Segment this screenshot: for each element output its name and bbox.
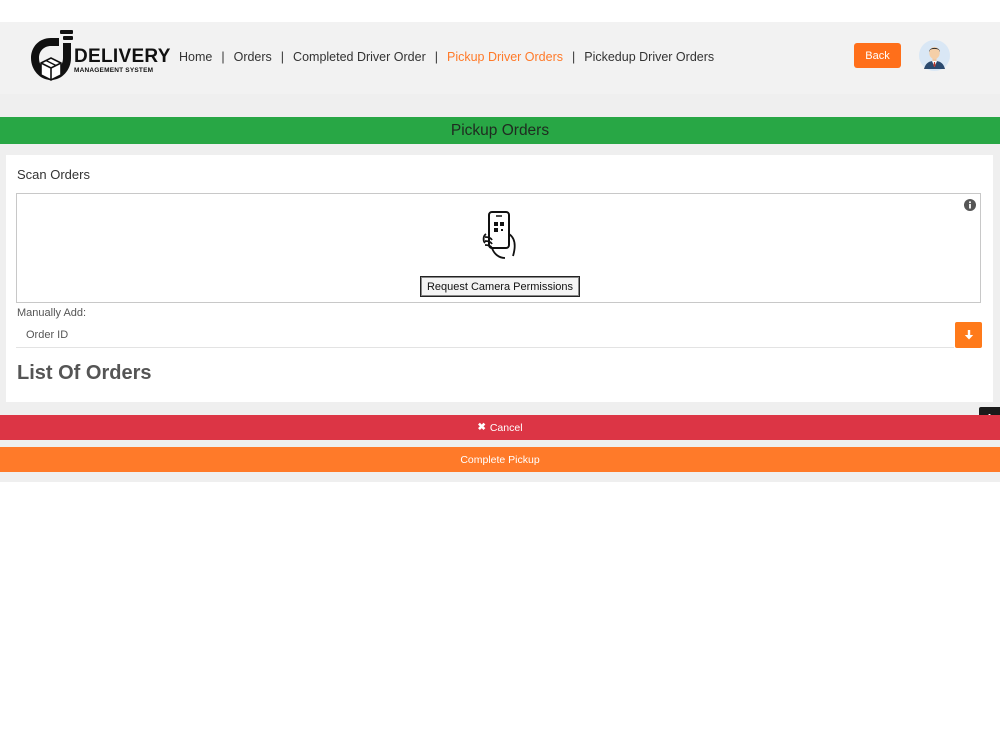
nav-item-home[interactable]: Home xyxy=(179,50,212,64)
user-avatar[interactable] xyxy=(919,40,950,71)
info-circle-icon[interactable] xyxy=(964,198,976,211)
qr-phone-icon xyxy=(482,210,520,260)
nav-separator: | xyxy=(280,50,285,64)
brand-subtitle: MANAGEMENT SYSTEM xyxy=(74,67,154,74)
manual-add-label: Manually Add: xyxy=(17,307,87,319)
brand-name: DELIVERY xyxy=(74,46,171,67)
page-title: Pickup Orders xyxy=(450,121,550,139)
nav-item-orders[interactable]: Orders xyxy=(234,50,272,64)
header: DELIVERY MANAGEMENT SYSTEM Home | Orders… xyxy=(0,22,1000,94)
nav-separator: | xyxy=(221,50,225,64)
add-order-button[interactable] xyxy=(955,322,982,348)
nav-item-pickup-driver-orders[interactable]: Pickup Driver Orders xyxy=(447,50,563,64)
brand-logo[interactable]: DELIVERY MANAGEMENT SYSTEM xyxy=(30,30,170,86)
nav-item-completed-driver-order[interactable]: Completed Driver Order xyxy=(293,50,426,64)
main-nav: Home | Orders | Completed Driver Order |… xyxy=(179,50,714,64)
back-button[interactable]: Back xyxy=(854,43,901,68)
delivery-box-logo-icon xyxy=(31,30,73,81)
list-of-orders-heading: List Of Orders xyxy=(17,362,152,384)
user-avatar-icon xyxy=(919,40,950,71)
arrow-down-icon xyxy=(964,330,973,340)
nav-item-pickedup-driver-orders[interactable]: Pickedup Driver Orders xyxy=(584,50,714,64)
request-camera-permissions-button[interactable]: Request Camera Permissions xyxy=(420,276,580,297)
page-title-bar: Pickup Orders xyxy=(0,117,1000,144)
nav-separator: | xyxy=(434,50,438,64)
complete-pickup-button[interactable]: Complete Pickup xyxy=(0,447,1000,472)
nav-separator: | xyxy=(571,50,576,64)
complete-pickup-label: Complete Pickup xyxy=(460,453,540,466)
order-id-input[interactable] xyxy=(16,322,954,348)
scan-card: Scan Orders Request Camera Permissions M… xyxy=(6,155,993,402)
scan-orders-label: Scan Orders xyxy=(17,167,90,182)
cancel-button[interactable]: ✖ Cancel xyxy=(0,415,1000,440)
cancel-label: Cancel xyxy=(489,421,523,434)
scanner-area[interactable]: Request Camera Permissions xyxy=(16,193,981,303)
close-icon: ✖ xyxy=(477,422,486,433)
